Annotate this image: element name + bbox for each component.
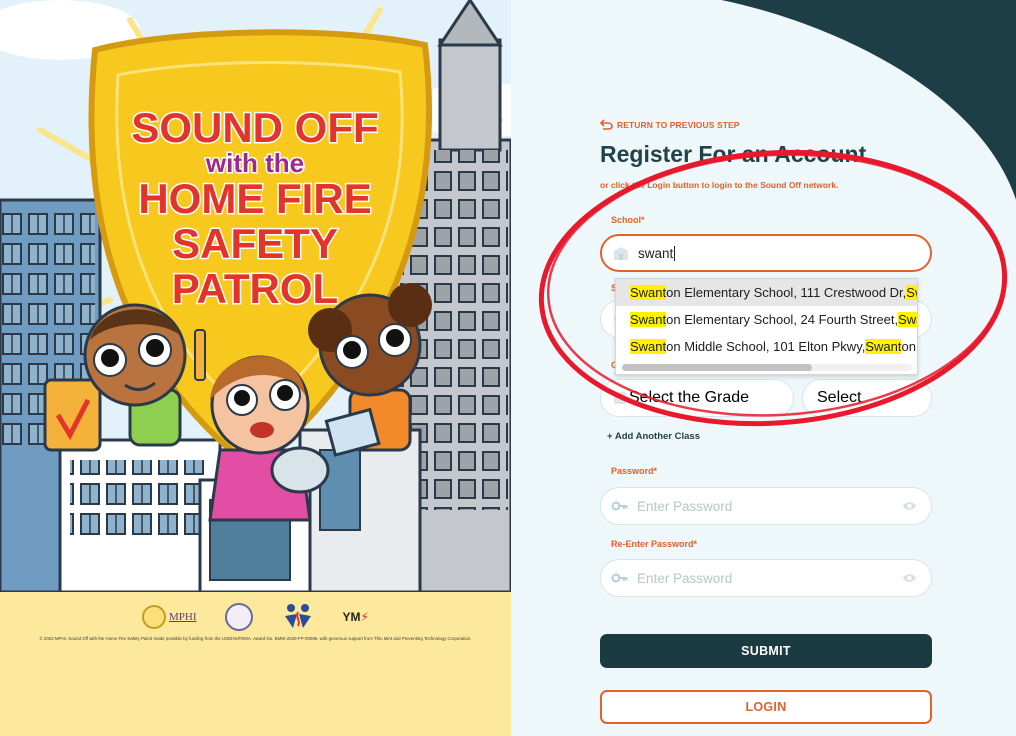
show-reenter-password-eye-icon[interactable] [902,572,917,584]
text-caret [674,245,676,261]
poster-credit-text: © 2022 MPHI. Sound Off with the Home Fir… [39,636,472,641]
dropdown-horizontal-scrollbar[interactable] [622,364,912,371]
password-label: Password* [611,466,658,476]
mphi-seal-icon [142,605,167,629]
password-input[interactable]: Enter Password [600,487,932,525]
poster-illustration: SOUND OFF with the HOME FIRE SAFETY PATR… [0,0,511,592]
return-arrow-icon [600,119,613,130]
page-title: Register For an Account [600,141,867,167]
school-building-icon [614,247,628,260]
grade-select[interactable]: Select the Grade [600,379,794,417]
agency-seal-icon [224,603,253,631]
mphi-logo: MPHI [142,602,197,632]
poster-panel: SOUND OFF with the HOME FIRE SAFETY PATR… [0,0,511,736]
poster-headline-1: SOUND OFF [131,104,378,151]
fire-is-everyones-fight-logo [281,602,315,632]
login-hint-text: or click the Login button to login to th… [600,180,839,190]
school-search-input[interactable]: swant [600,234,932,272]
autocomplete-option[interactable]: Swant on Elementary School, 24 Fourth Str… [616,306,917,333]
return-to-previous-step-link[interactable]: RETURN TO PREVIOUS STEP [600,119,740,130]
fire-fight-people-icon [284,604,311,628]
show-password-eye-icon[interactable] [902,500,917,512]
ym-logo: YM ⚡ [342,610,369,624]
poster-headline-4: SAFETY [172,220,338,267]
grade-icon [614,392,626,404]
sponsor-logo-row: MPHI YM ⚡ [0,602,511,632]
reenter-password-input[interactable]: Enter Password [600,559,932,597]
poster-headline-5: PATROL [172,265,338,312]
school-autocomplete-dropdown: Swant on Elementary School, 111 Crestwood… [615,278,918,375]
seal-logo [224,602,253,632]
autocomplete-option[interactable]: Swant on Elementary School, 111 Crestwood… [616,279,917,306]
key-icon [611,573,628,583]
decorative-curve [511,0,1016,200]
class-select[interactable]: Select [802,379,932,417]
reenter-password-label: Re-Enter Password* [611,539,698,549]
poster-headline-2: with the [205,148,304,178]
poster-headline-3: HOME FIRE [138,175,371,222]
key-icon [611,501,628,511]
add-another-class-link[interactable]: + Add Another Class [607,431,700,442]
autocomplete-option[interactable]: Swant on Middle School, 101 Elton Pkwy, S… [616,333,917,360]
school-label: School* [611,215,645,225]
login-button[interactable]: LOGIN [600,690,932,724]
poster-footer: MPHI YM ⚡ © 2022 MPHI. Sound Off with the… [0,592,511,736]
scrollbar-thumb[interactable] [622,364,812,371]
submit-button[interactable]: SUBMIT [600,634,932,668]
